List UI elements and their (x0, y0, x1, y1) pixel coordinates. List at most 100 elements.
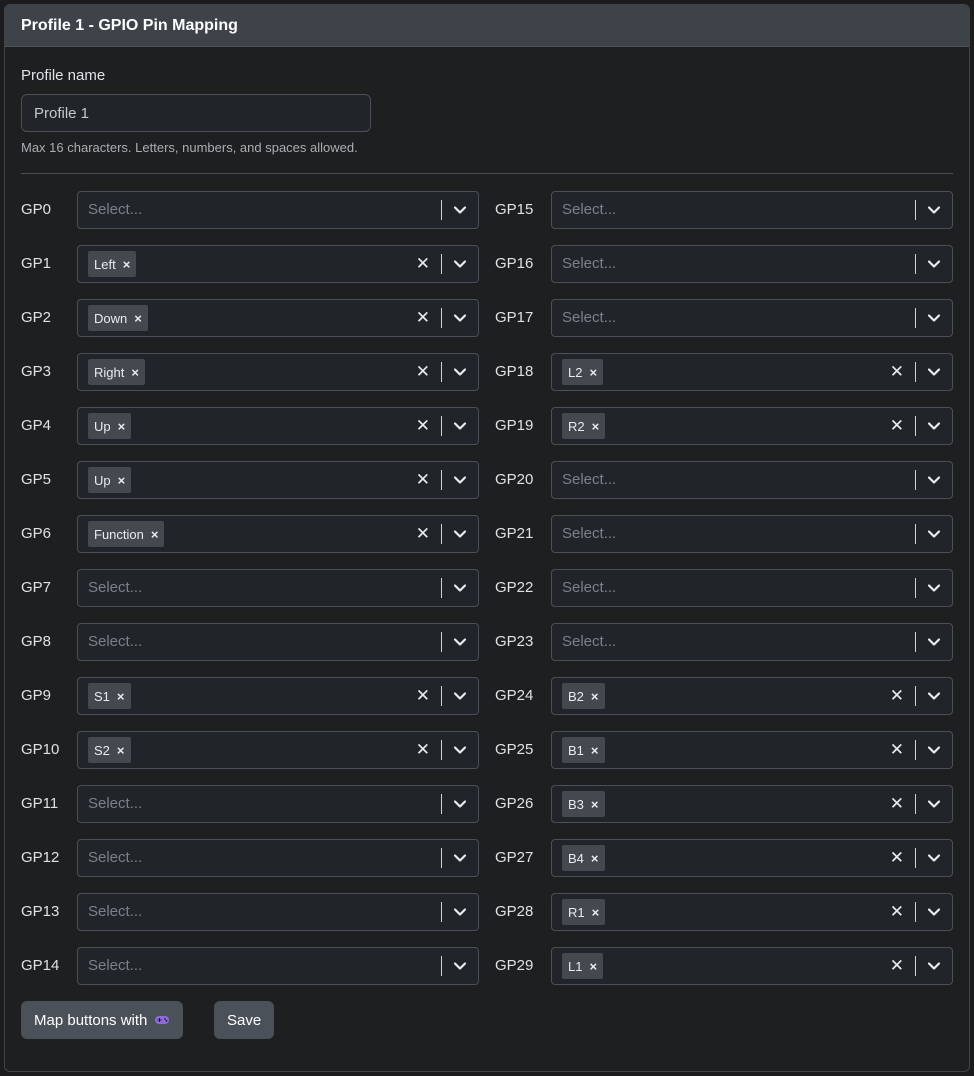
chip-remove-icon[interactable]: × (131, 365, 139, 380)
pin-select[interactable]: Select... (77, 893, 479, 931)
chevron-down-icon[interactable] (926, 528, 942, 540)
clear-icon[interactable]: ✕ (416, 516, 430, 552)
chevron-down-icon[interactable] (926, 312, 942, 324)
chip-remove-icon[interactable]: × (118, 473, 126, 488)
profile-name-input[interactable] (21, 94, 371, 132)
chevron-down-icon[interactable] (452, 528, 468, 540)
chip-remove-icon[interactable]: × (151, 527, 159, 542)
chevron-down-icon[interactable] (452, 636, 468, 648)
pin-select[interactable]: B1 × ✕ (551, 731, 953, 769)
pin-select[interactable]: Select... (551, 461, 953, 499)
chip-remove-icon[interactable]: × (134, 311, 142, 326)
chevron-down-icon[interactable] (926, 474, 942, 486)
pin-select[interactable]: Select... (77, 191, 479, 229)
chevron-down-icon[interactable] (926, 420, 942, 432)
selected-chip: B2 × (562, 683, 605, 709)
pin-select[interactable]: Select... (551, 515, 953, 553)
pin-select[interactable]: L1 × ✕ (551, 947, 953, 985)
clear-icon[interactable]: ✕ (890, 354, 904, 390)
chip-remove-icon[interactable]: × (592, 419, 600, 434)
pin-label: GP0 (21, 201, 52, 218)
clear-icon[interactable]: ✕ (890, 840, 904, 876)
pin-select[interactable]: Select... (77, 839, 479, 877)
chip-remove-icon[interactable]: × (592, 905, 600, 920)
pin-select[interactable]: Down × ✕ (77, 299, 479, 337)
pin-select[interactable]: Select... (77, 947, 479, 985)
chip-remove-icon[interactable]: × (118, 419, 126, 434)
pin-select[interactable]: B2 × ✕ (551, 677, 953, 715)
pin-select[interactable]: Right × ✕ (77, 353, 479, 391)
pin-select[interactable]: Select... (551, 623, 953, 661)
clear-icon[interactable]: ✕ (890, 678, 904, 714)
selected-chip: R1 × (562, 899, 606, 925)
chevron-down-icon[interactable] (452, 312, 468, 324)
chip-remove-icon[interactable]: × (591, 851, 599, 866)
chevron-down-icon[interactable] (452, 204, 468, 216)
clear-icon[interactable]: ✕ (416, 300, 430, 336)
pin-select[interactable]: S2 × ✕ (77, 731, 479, 769)
pin-select[interactable]: Select... (551, 191, 953, 229)
clear-icon[interactable]: ✕ (416, 678, 430, 714)
chevron-down-icon[interactable] (926, 582, 942, 594)
chevron-down-icon[interactable] (926, 906, 942, 918)
save-button[interactable]: Save (214, 1001, 275, 1039)
chevron-down-icon[interactable] (452, 798, 468, 810)
pin-select[interactable]: R1 × ✕ (551, 893, 953, 931)
chip-remove-icon[interactable]: × (589, 365, 597, 380)
pin-select[interactable]: B3 × ✕ (551, 785, 953, 823)
chevron-down-icon[interactable] (452, 474, 468, 486)
chevron-down-icon[interactable] (452, 366, 468, 378)
chevron-down-icon[interactable] (452, 960, 468, 972)
chevron-down-icon[interactable] (452, 420, 468, 432)
map-buttons-button[interactable]: Map buttons with (21, 1001, 184, 1039)
clear-icon[interactable]: ✕ (890, 408, 904, 444)
chip-remove-icon[interactable]: × (591, 743, 599, 758)
clear-icon[interactable]: ✕ (890, 732, 904, 768)
selected-chip: B3 × (562, 791, 605, 817)
chip-remove-icon[interactable]: × (117, 689, 125, 704)
pin-select[interactable]: S1 × ✕ (77, 677, 479, 715)
pin-select[interactable]: R2 × ✕ (551, 407, 953, 445)
pin-select[interactable]: B4 × ✕ (551, 839, 953, 877)
clear-icon[interactable]: ✕ (416, 462, 430, 498)
chevron-down-icon[interactable] (452, 906, 468, 918)
clear-icon[interactable]: ✕ (416, 354, 430, 390)
chevron-down-icon[interactable] (926, 744, 942, 756)
pin-select[interactable]: Select... (77, 785, 479, 823)
chevron-down-icon[interactable] (926, 690, 942, 702)
clear-icon[interactable]: ✕ (890, 786, 904, 822)
pin-select[interactable]: Function × ✕ (77, 515, 479, 553)
clear-icon[interactable]: ✕ (890, 948, 904, 984)
pin-select[interactable]: Select... (77, 569, 479, 607)
pin-select[interactable]: L2 × ✕ (551, 353, 953, 391)
pin-select[interactable]: Select... (77, 623, 479, 661)
chevron-down-icon[interactable] (926, 204, 942, 216)
chevron-down-icon[interactable] (452, 744, 468, 756)
clear-icon[interactable]: ✕ (416, 732, 430, 768)
chevron-down-icon[interactable] (452, 852, 468, 864)
chevron-down-icon[interactable] (926, 636, 942, 648)
chevron-down-icon[interactable] (926, 852, 942, 864)
chevron-down-icon[interactable] (452, 258, 468, 270)
chip-remove-icon[interactable]: × (589, 959, 597, 974)
chip-remove-icon[interactable]: × (123, 257, 131, 272)
chevron-down-icon[interactable] (926, 366, 942, 378)
pin-select[interactable]: Up × ✕ (77, 407, 479, 445)
chevron-down-icon[interactable] (452, 582, 468, 594)
pin-select[interactable]: Select... (551, 245, 953, 283)
pin-select[interactable]: Select... (551, 299, 953, 337)
chip-remove-icon[interactable]: × (117, 743, 125, 758)
pin-select[interactable]: Select... (551, 569, 953, 607)
clear-icon[interactable]: ✕ (416, 408, 430, 444)
clear-icon[interactable]: ✕ (890, 894, 904, 930)
pin-select[interactable]: Left × ✕ (77, 245, 479, 283)
chevron-down-icon[interactable] (926, 258, 942, 270)
select-separator (441, 578, 442, 598)
chip-remove-icon[interactable]: × (591, 797, 599, 812)
pin-select[interactable]: Up × ✕ (77, 461, 479, 499)
chevron-down-icon[interactable] (926, 960, 942, 972)
chevron-down-icon[interactable] (452, 690, 468, 702)
chevron-down-icon[interactable] (926, 798, 942, 810)
chip-remove-icon[interactable]: × (591, 689, 599, 704)
clear-icon[interactable]: ✕ (416, 246, 430, 282)
